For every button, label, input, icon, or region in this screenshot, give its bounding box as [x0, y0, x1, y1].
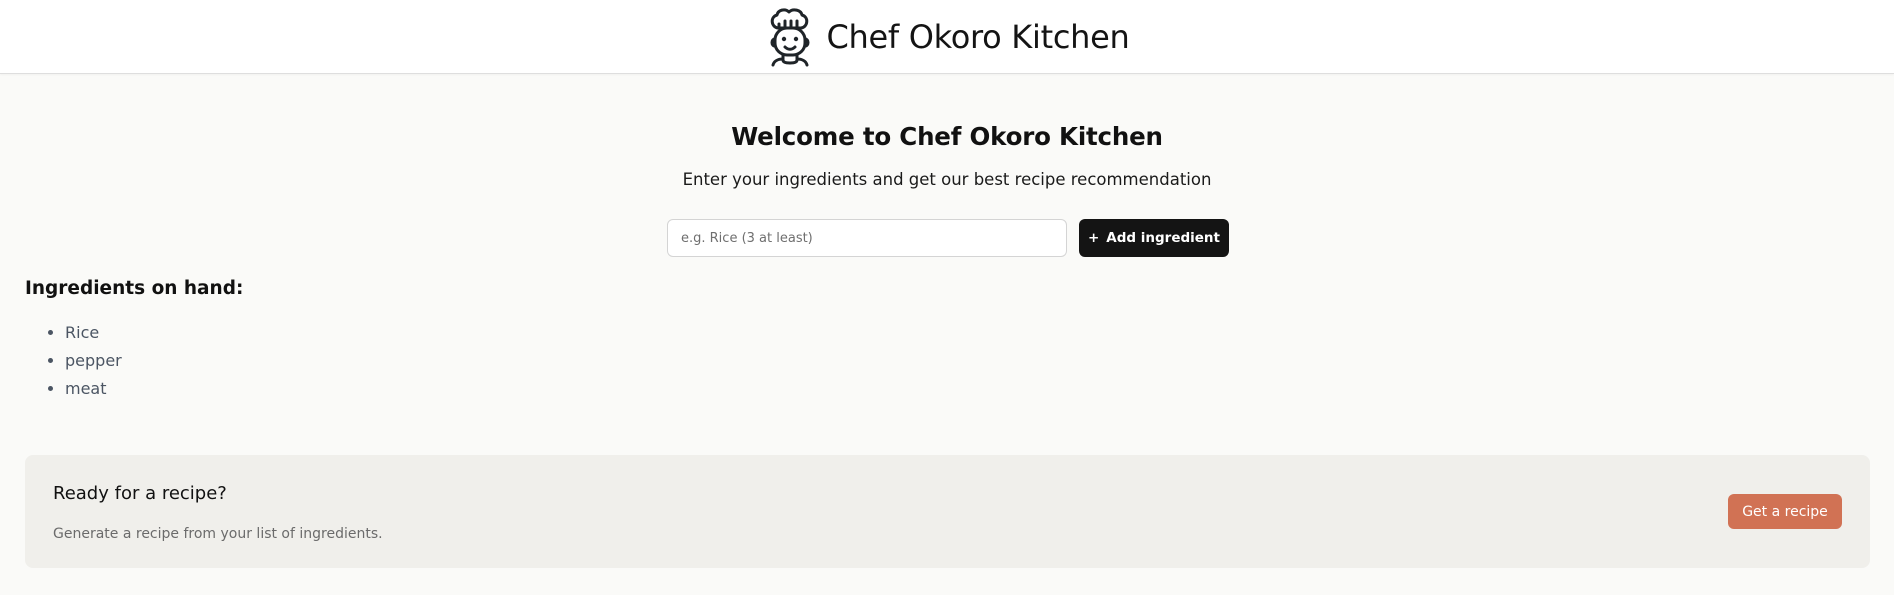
recipe-card-description: Generate a recipe from your list of ingr…	[53, 526, 383, 542]
page-title: Welcome to Chef Okoro Kitchen	[731, 122, 1163, 151]
get-recipe-button[interactable]: Get a recipe	[1728, 494, 1842, 529]
ingredient-input[interactable]	[667, 219, 1067, 257]
ingredients-section: Ingredients on hand: Rice pepper meat	[25, 278, 243, 403]
list-item: pepper	[65, 347, 243, 375]
list-item: Rice	[65, 319, 243, 347]
page-subtitle: Enter your ingredients and get our best …	[682, 170, 1212, 189]
app-title: Chef Okoro Kitchen	[826, 17, 1130, 56]
ingredients-list: Rice pepper meat	[25, 319, 243, 403]
ingredients-heading: Ingredients on hand:	[25, 278, 244, 299]
add-ingredient-form: + Add ingredient	[667, 219, 1229, 257]
plus-icon: +	[1087, 230, 1100, 246]
brand: Chef Okoro Kitchen	[765, 7, 1130, 67]
app-header: Chef Okoro Kitchen	[0, 0, 1894, 74]
recipe-card: Ready for a recipe? Generate a recipe fr…	[25, 455, 1870, 568]
hero-section: Welcome to Chef Okoro Kitchen Enter your…	[0, 122, 1894, 189]
list-item: meat	[65, 375, 243, 403]
add-ingredient-label: Add ingredient	[1106, 230, 1220, 246]
add-ingredient-button[interactable]: + Add ingredient	[1079, 219, 1229, 257]
recipe-card-heading: Ready for a recipe?	[53, 483, 227, 504]
chef-icon	[770, 7, 809, 66]
